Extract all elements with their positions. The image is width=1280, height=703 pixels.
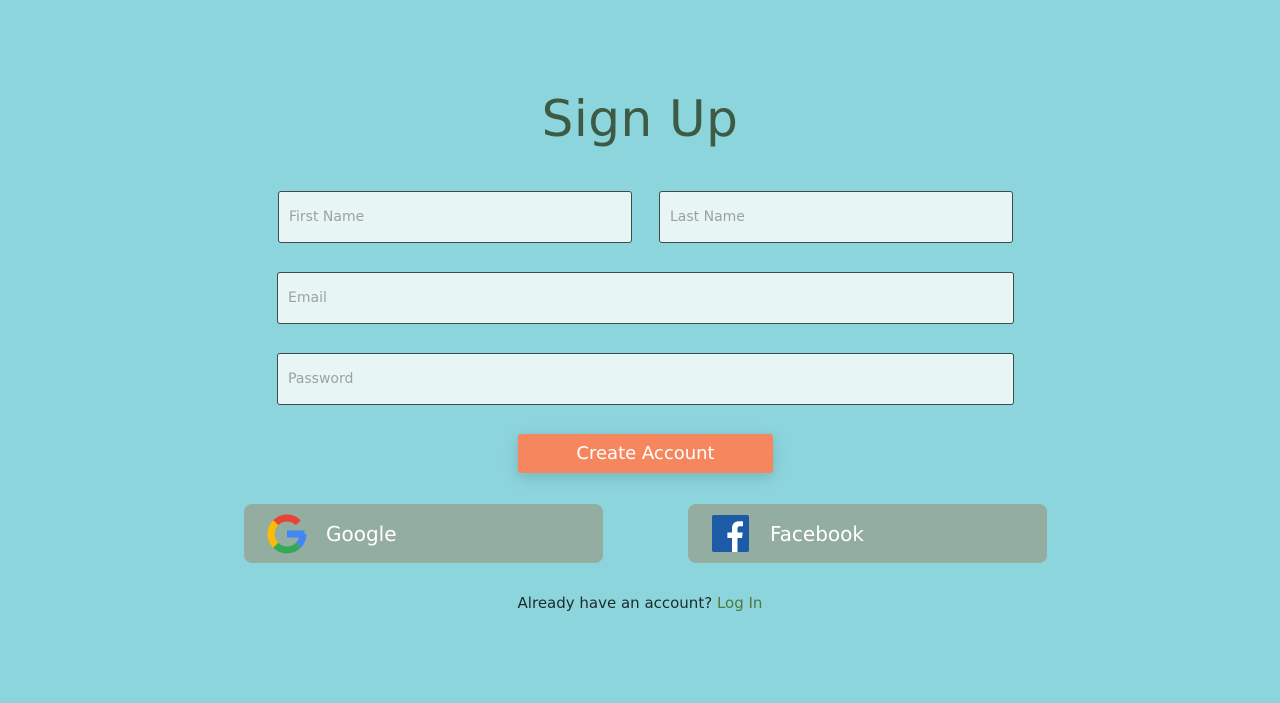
password-input[interactable] (277, 353, 1014, 405)
login-link[interactable]: Log In (717, 594, 763, 612)
facebook-button-label: Facebook (770, 521, 864, 546)
google-icon (267, 514, 307, 554)
login-prompt-text: Already have an account? (517, 594, 713, 612)
login-prompt: Already have an account? Log In (0, 594, 1280, 612)
page-title: Sign Up (541, 90, 739, 148)
google-button-label: Google (326, 521, 397, 546)
create-account-button[interactable]: Create Account (518, 434, 773, 473)
first-name-input[interactable] (278, 191, 632, 243)
email-input[interactable] (277, 272, 1014, 324)
last-name-input[interactable] (659, 191, 1013, 243)
facebook-icon (712, 515, 749, 552)
facebook-signup-button[interactable]: Facebook (688, 504, 1047, 563)
google-signup-button[interactable]: Google (244, 504, 603, 563)
